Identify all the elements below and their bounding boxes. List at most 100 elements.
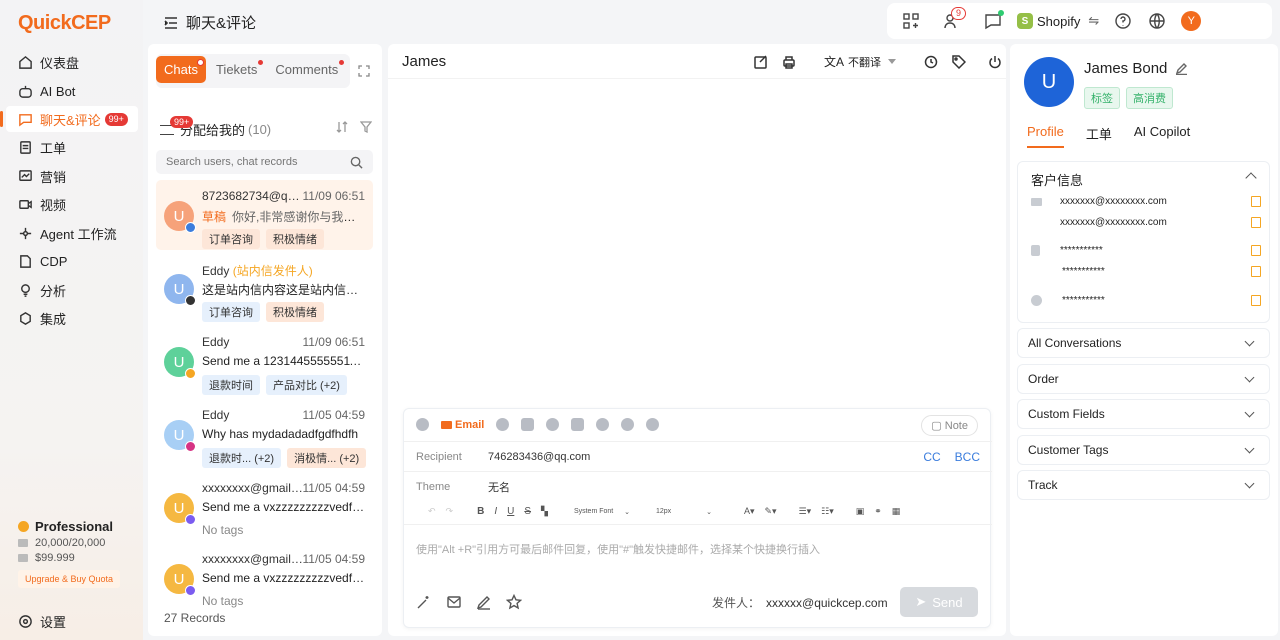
size-select[interactable]: 12px ⌄ [656, 508, 712, 516]
table-icon[interactable]: ▦ [892, 506, 901, 517]
messenger-channel-icon[interactable] [596, 418, 610, 431]
email-tab-label: Email [455, 418, 485, 431]
send-button[interactable]: ➤ Send [900, 587, 978, 617]
bold-icon[interactable]: B [477, 506, 484, 517]
conversation-item[interactable]: U xxxxxxxx@gmail.com 11/05 04:59 Send me… [156, 543, 373, 613]
email-channel-tab[interactable]: Email [441, 419, 484, 431]
nav-item-marketing[interactable]: 营销 [6, 163, 138, 189]
italic-icon[interactable]: I [494, 506, 497, 517]
translate-dropdown[interactable]: 文A 不翻译 [824, 53, 897, 70]
star-icon[interactable] [506, 594, 522, 610]
amazon-channel-icon[interactable] [621, 418, 635, 431]
bookmark-icon[interactable] [1251, 245, 1261, 256]
nav-item-video[interactable]: 视频 [6, 191, 138, 217]
highlight-icon[interactable]: ✎▾ [764, 506, 776, 517]
filter-icon[interactable] [360, 121, 372, 133]
font-color-icon[interactable]: A▾ [744, 506, 755, 517]
conversation-item[interactable]: U Eddy (站内信发件人) 这是站内信内容这是站内信内容这是站内信内容 订单… [156, 253, 373, 323]
upgrade-button[interactable]: Upgrade & Buy Quota [18, 570, 121, 588]
print-icon[interactable] [782, 55, 796, 69]
nav-item-cdp[interactable]: CDP [6, 248, 138, 274]
undo-icon[interactable]: ↶ [428, 506, 436, 517]
message-editor[interactable]: 使用"Alt +R"引用方可最后邮件回复，使用"#"触发快捷邮件，选择某个快捷换… [416, 541, 820, 557]
search-input[interactable] [166, 156, 350, 168]
messenger-icon [185, 514, 196, 525]
tab-chats[interactable]: Chats [156, 56, 206, 83]
store-switcher[interactable]: S Shopify ⇋ [1017, 13, 1099, 29]
nav-item-ai-bot[interactable]: AI Bot [6, 78, 138, 104]
nav-item-integrations[interactable]: 集成 [6, 305, 138, 331]
signature-icon[interactable] [476, 594, 492, 610]
logo[interactable]: QuickCEP [18, 12, 111, 35]
tag-icon[interactable] [952, 54, 967, 69]
email-template-icon[interactable] [446, 594, 462, 610]
help-button[interactable] [1113, 11, 1133, 31]
power-icon[interactable] [988, 55, 1002, 69]
bookmark-icon[interactable] [1251, 196, 1261, 207]
nav-item-agent-workflow[interactable]: Agent 工作流 [6, 220, 138, 246]
tab-tickets[interactable]: 工单 [1086, 124, 1112, 148]
theme-field[interactable]: 无名 [488, 479, 510, 495]
tab-comments[interactable]: Comments [267, 56, 346, 83]
language-button[interactable] [1147, 11, 1167, 31]
tab-ai-copilot[interactable]: AI Copilot [1134, 124, 1190, 148]
section-custom-fields[interactable]: Custom Fields [1017, 399, 1270, 429]
sender-select[interactable]: 发件人： xxxxxx@quickcep.com [712, 594, 910, 611]
conversation-item[interactable]: U Eddy 11/05 04:59 Why has mydadadadfgdf… [156, 399, 373, 469]
bookmark-icon[interactable] [1251, 217, 1261, 228]
conversation-item[interactable]: U xxxxxxxx@gmail.com 11/05 04:59 Send me… [156, 472, 373, 542]
cc-button[interactable]: CC [923, 450, 940, 464]
menu-collapse-icon[interactable] [163, 15, 179, 31]
messages-button[interactable] [983, 10, 1004, 31]
search-icon[interactable] [350, 156, 363, 169]
nav-item-settings[interactable]: 设置 [18, 612, 66, 631]
customer-name-text: James Bond [1084, 60, 1168, 77]
new-ticket-icon[interactable] [754, 54, 768, 69]
image-icon[interactable]: ▣ [856, 506, 865, 517]
conversation-item[interactable]: U Eddy 11/09 06:51 Send me a 12314455555… [156, 326, 373, 396]
section-order[interactable]: Order [1017, 364, 1270, 394]
customer-tag[interactable]: 高消费 [1126, 87, 1173, 109]
nav-item-analytics[interactable]: 分析 [6, 277, 138, 303]
redo-icon[interactable]: ↷ [446, 506, 454, 517]
font-select[interactable]: System Font ⌄ [574, 508, 630, 516]
customer-tag[interactable]: 标签 [1084, 87, 1120, 109]
history-icon[interactable] [924, 55, 938, 69]
format-painter-icon[interactable]: ▚ [541, 506, 548, 517]
chat-channel-icon[interactable] [416, 418, 429, 431]
edit-icon[interactable] [1175, 62, 1188, 75]
whatsapp-channel-icon[interactable] [496, 418, 510, 431]
section-track[interactable]: Track [1017, 470, 1270, 500]
sms-channel-icon[interactable] [521, 418, 535, 431]
tab-tickets[interactable]: Tiekets [208, 56, 265, 83]
online-dot [998, 10, 1004, 16]
bookmark-icon[interactable] [1251, 266, 1261, 277]
section-customer-tags[interactable]: Customer Tags [1017, 435, 1270, 465]
recipient-field[interactable]: 746283436@qq.com [488, 451, 590, 463]
chevron-up-icon[interactable] [1245, 172, 1257, 184]
expand-button[interactable] [358, 65, 370, 77]
nav-item-dashboard[interactable]: 仪表盘 [6, 49, 138, 75]
line-channel-icon[interactable] [646, 418, 660, 431]
underline-icon[interactable]: U [507, 506, 514, 517]
sort-icon[interactable] [336, 121, 348, 133]
nav-item-chat[interactable]: 聊天&评论 99+ [0, 106, 138, 132]
tiktok-channel-icon[interactable] [546, 418, 560, 431]
ordered-list-icon[interactable]: ☰▾ [799, 506, 812, 517]
link-icon[interactable]: ⚭ [874, 506, 882, 517]
tab-profile[interactable]: Profile [1027, 124, 1064, 148]
nav-item-tickets[interactable]: 工单 [6, 134, 138, 160]
magic-wand-icon[interactable] [416, 594, 432, 610]
agents-button[interactable]: 9 [935, 7, 969, 31]
apps-button[interactable] [901, 11, 921, 31]
bcc-button[interactable]: BCC [955, 450, 980, 464]
note-button[interactable]: ▢ Note [921, 415, 978, 436]
conversation-item[interactable]: U 8723682734@qq.com 11/09 06:51 草稿你好,非常感… [156, 180, 373, 250]
user-avatar[interactable]: Y [1181, 11, 1202, 31]
section-all-conversations[interactable]: All Conversations [1017, 328, 1270, 358]
strikethrough-icon[interactable]: S [524, 506, 531, 517]
bullet-list-icon[interactable]: ☷▾ [821, 506, 834, 517]
instagram-channel-icon[interactable] [571, 418, 585, 431]
whatsapp-value: *********** [1062, 295, 1105, 306]
bookmark-icon[interactable] [1251, 295, 1261, 306]
